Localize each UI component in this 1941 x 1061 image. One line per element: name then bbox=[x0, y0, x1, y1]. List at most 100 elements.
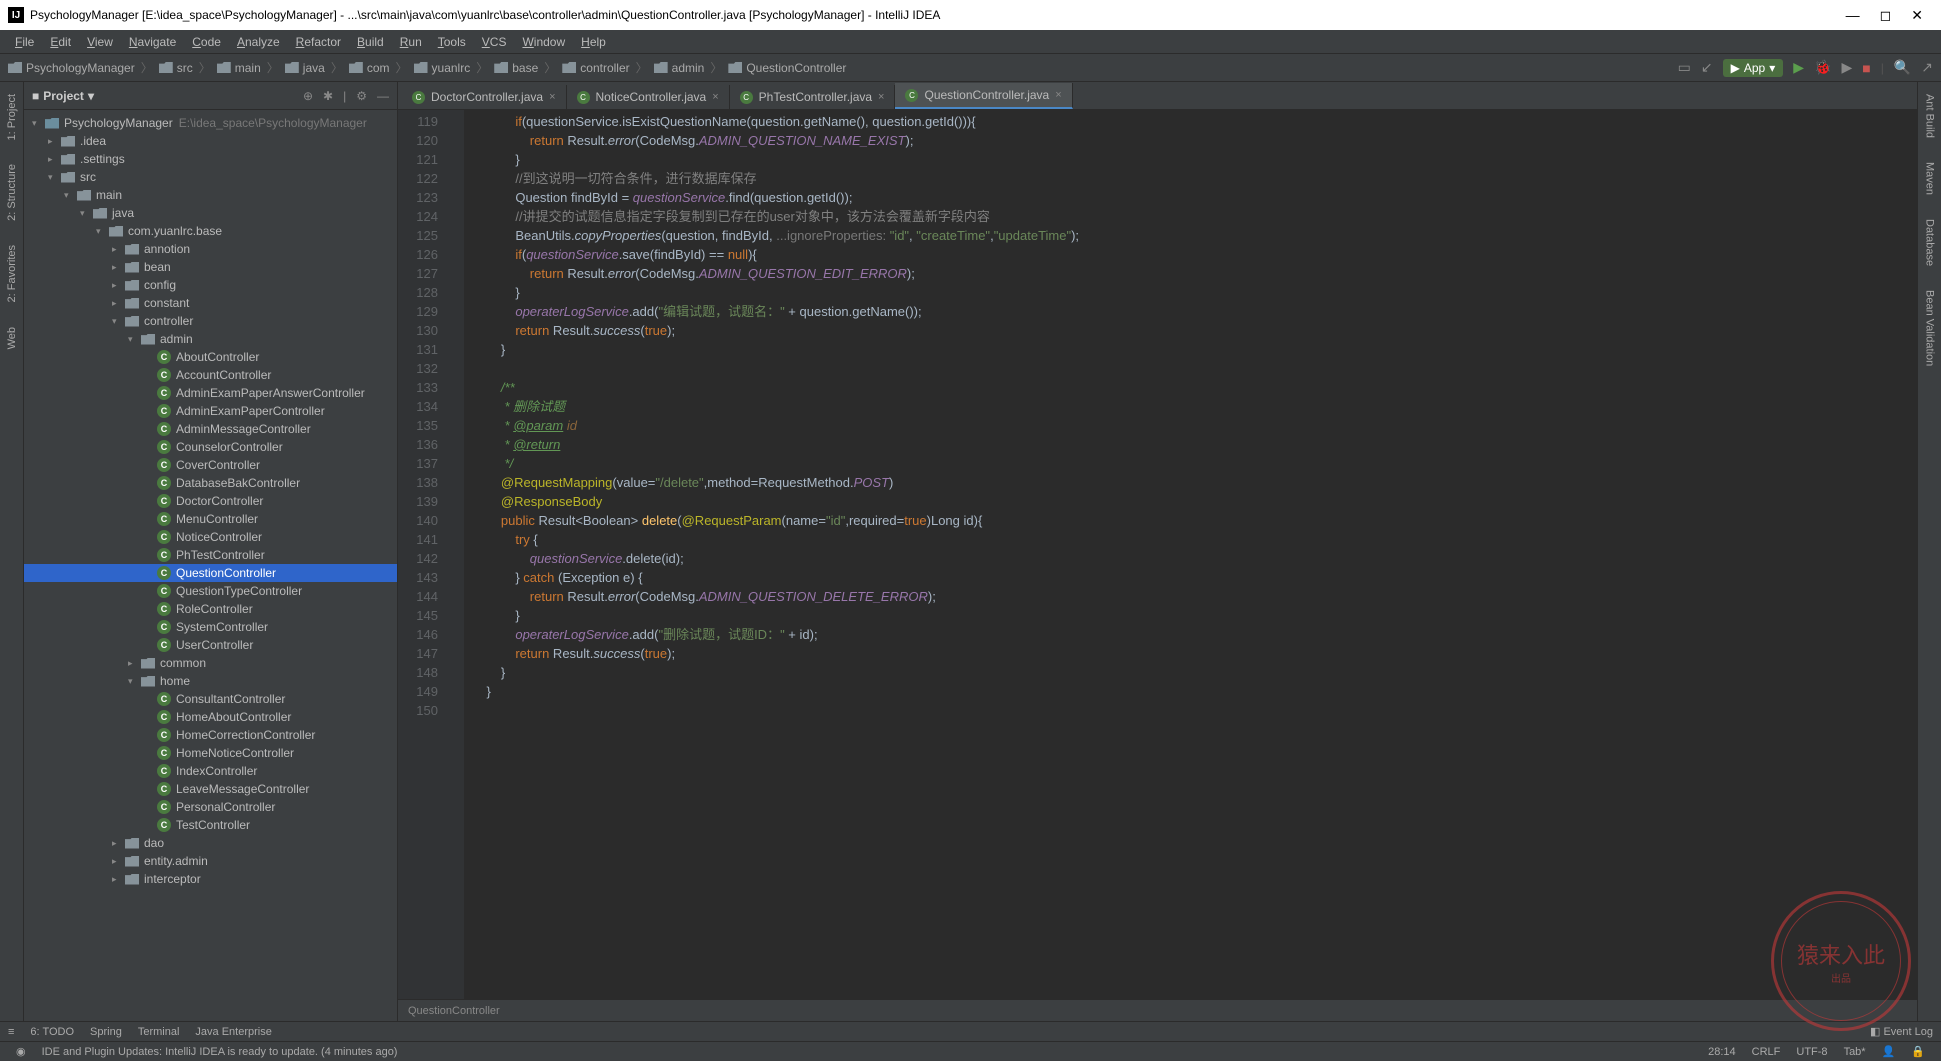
tab-DoctorController[interactable]: CDoctorController.java× bbox=[402, 85, 567, 109]
tree-item-comyuanlrcbase[interactable]: ▾com.yuanlrc.base bbox=[24, 222, 397, 240]
tree-item-home[interactable]: ▾home bbox=[24, 672, 397, 690]
stop-button[interactable]: ■ bbox=[1862, 60, 1870, 76]
caret-position[interactable]: 28:14 bbox=[1708, 1046, 1736, 1058]
project-tree[interactable]: ▾PsychologyManagerE:\idea_space\Psycholo… bbox=[24, 110, 397, 1021]
project-panel-title[interactable]: ■ Project ▾ bbox=[32, 89, 94, 103]
crumb-PsychologyManager[interactable]: PsychologyManager bbox=[26, 61, 135, 75]
line-gutter[interactable]: 119 120 121 122 123 124 125 126 127 128 … bbox=[398, 110, 448, 999]
layout-icon[interactable]: ▭ bbox=[1678, 59, 1691, 76]
minimize-button[interactable]: — bbox=[1846, 7, 1860, 24]
debug-button[interactable]: 🐞 bbox=[1814, 59, 1831, 76]
event-log-button[interactable]: ◧ Event Log bbox=[1870, 1025, 1933, 1038]
left-tab-web[interactable]: Web bbox=[4, 319, 20, 357]
menu-vcs[interactable]: VCS bbox=[475, 33, 514, 51]
tree-item-dao[interactable]: ▸dao bbox=[24, 834, 397, 852]
maximize-button[interactable]: ◻ bbox=[1880, 7, 1892, 24]
menu-help[interactable]: Help bbox=[574, 33, 613, 51]
crumb-src[interactable]: src bbox=[177, 61, 193, 75]
tab-QuestionController[interactable]: CQuestionController.java× bbox=[895, 83, 1072, 109]
tree-item-DatabaseBakController[interactable]: CDatabaseBakController bbox=[24, 474, 397, 492]
hide-icon[interactable]: — bbox=[377, 89, 389, 103]
tree-item-DoctorController[interactable]: CDoctorController bbox=[24, 492, 397, 510]
indent[interactable]: Tab* bbox=[1844, 1046, 1866, 1058]
menu-run[interactable]: Run bbox=[393, 33, 429, 51]
tree-item-QuestionTypeController[interactable]: CQuestionTypeController bbox=[24, 582, 397, 600]
tree-item-interceptor[interactable]: ▸interceptor bbox=[24, 870, 397, 888]
left-tab-structure[interactable]: 2: Structure bbox=[4, 156, 20, 229]
crumb-java[interactable]: java bbox=[303, 61, 325, 75]
menu-code[interactable]: Code bbox=[185, 33, 228, 51]
tool-window-bars-icon[interactable]: ≡ bbox=[8, 1026, 14, 1038]
close-icon[interactable]: × bbox=[1055, 89, 1061, 101]
collapse-icon[interactable]: ✱ bbox=[323, 89, 333, 103]
tree-item-AdminMessageController[interactable]: CAdminMessageController bbox=[24, 420, 397, 438]
tree-item-controller[interactable]: ▾controller bbox=[24, 312, 397, 330]
tree-item-MenuController[interactable]: CMenuController bbox=[24, 510, 397, 528]
close-button[interactable]: ✕ bbox=[1911, 7, 1923, 24]
tree-item-constant[interactable]: ▸constant bbox=[24, 294, 397, 312]
tree-item-NoticeController[interactable]: CNoticeController bbox=[24, 528, 397, 546]
crumb-controller[interactable]: controller bbox=[580, 61, 629, 75]
tree-item-SystemController[interactable]: CSystemController bbox=[24, 618, 397, 636]
bottom-tab-javaenterprise[interactable]: Java Enterprise bbox=[195, 1026, 271, 1038]
close-icon[interactable]: × bbox=[549, 91, 555, 103]
status-message[interactable]: IDE and Plugin Updates: IntelliJ IDEA is… bbox=[42, 1046, 398, 1058]
crumb-admin[interactable]: admin bbox=[672, 61, 705, 75]
menu-build[interactable]: Build bbox=[350, 33, 391, 51]
tree-item-common[interactable]: ▸common bbox=[24, 654, 397, 672]
code-content[interactable]: if(questionService.isExistQuestionName(q… bbox=[464, 110, 1917, 999]
crumb-yuanlrc[interactable]: yuanlrc bbox=[432, 61, 471, 75]
back-icon[interactable]: ↙ bbox=[1701, 59, 1713, 76]
tree-item-HomeNoticeController[interactable]: CHomeNoticeController bbox=[24, 744, 397, 762]
run-config-selector[interactable]: ▶ App ▾ bbox=[1723, 59, 1784, 77]
close-icon[interactable]: × bbox=[878, 91, 884, 103]
right-tab-maven[interactable]: Maven bbox=[1922, 154, 1938, 203]
tree-item-CoverController[interactable]: CCoverController bbox=[24, 456, 397, 474]
tree-item-entityadmin[interactable]: ▸entity.admin bbox=[24, 852, 397, 870]
search-button[interactable]: 🔍 bbox=[1894, 59, 1911, 76]
menu-view[interactable]: View bbox=[80, 33, 120, 51]
left-tab-project[interactable]: 1: Project bbox=[4, 86, 20, 148]
menu-window[interactable]: Window bbox=[515, 33, 572, 51]
fold-gutter[interactable] bbox=[448, 110, 464, 999]
tree-item-idea[interactable]: ▸.idea bbox=[24, 132, 397, 150]
bottom-tab-todo[interactable]: 6: TODO bbox=[30, 1026, 74, 1038]
crumb-base[interactable]: base bbox=[512, 61, 538, 75]
locate-icon[interactable]: ⊕ bbox=[303, 89, 313, 103]
menu-analyze[interactable]: Analyze bbox=[230, 33, 287, 51]
tree-item-PsychologyManager[interactable]: ▾PsychologyManagerE:\idea_space\Psycholo… bbox=[24, 114, 397, 132]
menu-refactor[interactable]: Refactor bbox=[289, 33, 348, 51]
close-icon[interactable]: × bbox=[712, 91, 718, 103]
breadcrumb[interactable]: PsychologyManager〉src〉main〉java〉com〉yuan… bbox=[8, 59, 846, 76]
menu-navigate[interactable]: Navigate bbox=[122, 33, 183, 51]
tree-item-java[interactable]: ▾java bbox=[24, 204, 397, 222]
tab-PhTestController[interactable]: CPhTestController.java× bbox=[730, 85, 896, 109]
run-button[interactable]: ▶ bbox=[1793, 59, 1804, 76]
inspection-icon[interactable]: 👤 bbox=[1882, 1045, 1896, 1058]
tree-item-AboutController[interactable]: CAboutController bbox=[24, 348, 397, 366]
left-tab-favorites[interactable]: 2: Favorites bbox=[4, 237, 20, 310]
right-tab-beanvalidation[interactable]: Bean Validation bbox=[1922, 282, 1938, 374]
tab-NoticeController[interactable]: CNoticeController.java× bbox=[567, 85, 730, 109]
tree-item-HomeCorrectionController[interactable]: CHomeCorrectionController bbox=[24, 726, 397, 744]
lock-icon[interactable]: 🔒 bbox=[1911, 1045, 1925, 1058]
tree-item-QuestionController[interactable]: CQuestionController bbox=[24, 564, 397, 582]
right-tab-database[interactable]: Database bbox=[1922, 211, 1938, 274]
line-separator[interactable]: CRLF bbox=[1752, 1046, 1781, 1058]
tree-item-RoleController[interactable]: CRoleController bbox=[24, 600, 397, 618]
tree-item-AccountController[interactable]: CAccountController bbox=[24, 366, 397, 384]
tree-item-src[interactable]: ▾src bbox=[24, 168, 397, 186]
tree-item-PhTestController[interactable]: CPhTestController bbox=[24, 546, 397, 564]
tree-item-main[interactable]: ▾main bbox=[24, 186, 397, 204]
menu-file[interactable]: File bbox=[8, 33, 41, 51]
tree-item-settings[interactable]: ▸.settings bbox=[24, 150, 397, 168]
encoding[interactable]: UTF-8 bbox=[1796, 1046, 1827, 1058]
tree-item-CounselorController[interactable]: CCounselorController bbox=[24, 438, 397, 456]
tree-item-IndexController[interactable]: CIndexController bbox=[24, 762, 397, 780]
tree-item-PersonalController[interactable]: CPersonalController bbox=[24, 798, 397, 816]
tree-item-AdminExamPaperController[interactable]: CAdminExamPaperController bbox=[24, 402, 397, 420]
right-tab-antbuild[interactable]: Ant Build bbox=[1922, 86, 1938, 146]
settings-button[interactable]: ↗ bbox=[1921, 59, 1933, 76]
tree-item-UserController[interactable]: CUserController bbox=[24, 636, 397, 654]
menu-tools[interactable]: Tools bbox=[431, 33, 473, 51]
